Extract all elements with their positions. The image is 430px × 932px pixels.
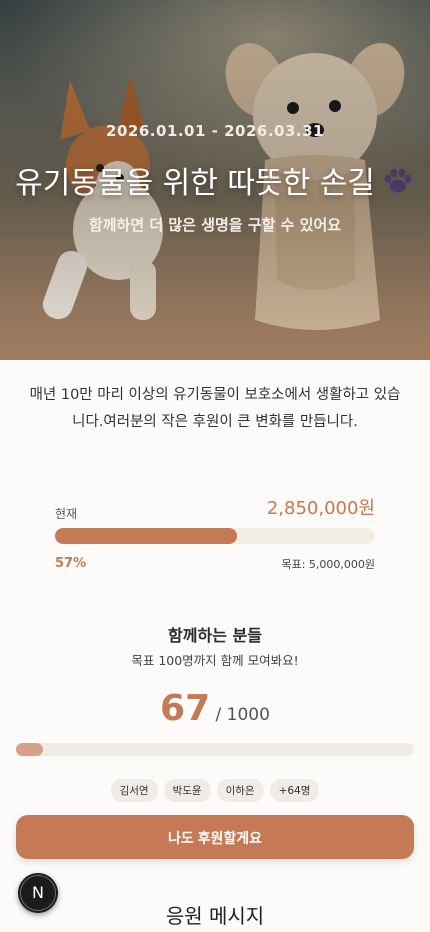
supporters-subtitle: 목표 100명까지 함께 모여봐요! — [131, 653, 299, 668]
campaign-subtitle: 함께하면 더 많은 생명을 구할 수 있어요 — [88, 216, 342, 234]
campaign-title-text: 유기동물을 위한 따뜻한 손길 — [15, 166, 375, 201]
funding-percent: 57% — [55, 556, 87, 571]
supporter-more-chip: +64명 — [269, 779, 320, 802]
supporter-count-value: 67 — [160, 688, 211, 729]
donate-button[interactable]: 나도 후원할게요 — [16, 815, 414, 859]
campaign-date-range: 2026.01.01 - 2026.03.31 — [106, 122, 324, 140]
supporters-progress-bar — [16, 743, 414, 756]
supporter-count: 67 / 1000 — [0, 688, 430, 729]
messages-section-title: 응원 메시지 — [165, 904, 265, 928]
current-amount: 2,850,000원 — [266, 498, 375, 519]
paw-icon — [384, 168, 412, 193]
supporter-chip: 이하은 — [216, 779, 264, 802]
funding-goal: 목표: 5,000,000원 — [281, 558, 375, 571]
supporter-chip: 박도윤 — [163, 779, 211, 802]
current-amount-label: 현재 — [55, 507, 78, 521]
supporter-chip: 김서연 — [110, 779, 158, 802]
hero-banner: 2026.01.01 - 2026.03.31 유기동물을 위한 따뜻한 손길 … — [0, 0, 430, 360]
funding-progress-fill — [55, 528, 238, 544]
supporters-title: 함께하는 분들 — [168, 626, 262, 645]
supporter-name-list: 김서연 박도윤 이하은 +64명 — [0, 779, 430, 802]
funding-progress-bar — [55, 528, 375, 544]
supporters-progress-fill — [16, 743, 43, 756]
campaign-description: 매년 10만 마리 이상의 유기동물이 보호소에서 생활하고 있습니다.여러분의… — [29, 387, 401, 430]
supporter-count-total: / 1000 — [210, 705, 270, 725]
campaign-title: 유기동물을 위한 따뜻한 손길 — [0, 158, 430, 202]
